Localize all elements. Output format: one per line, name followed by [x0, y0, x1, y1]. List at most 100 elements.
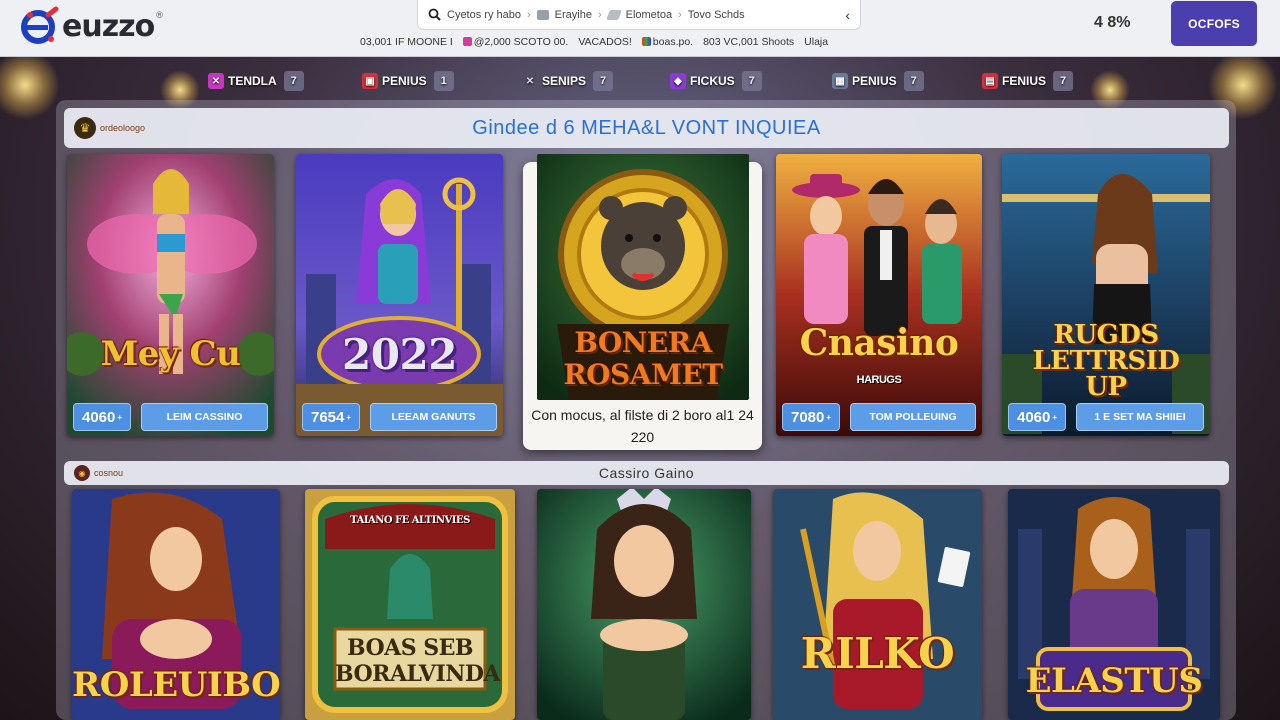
- featured-game-title-line1: BONERA: [574, 326, 712, 359]
- section-badge: ♛ ordeoloogo: [74, 117, 145, 139]
- nav-count: 7: [1053, 71, 1074, 91]
- search-bar[interactable]: Cyetos ry habo › Erayihe › Elometoa › To…: [417, 0, 861, 30]
- play-button[interactable]: TOM POLLEUING: [850, 403, 976, 431]
- nav-item-penius[interactable]: ▣ PENIUS 1: [362, 68, 454, 94]
- ticker-bar: 03,001 IF MOONE I @2,000 SCOTO 00. VACAD…: [360, 34, 920, 50]
- card-icon: ▤: [982, 73, 998, 89]
- rainbow-icon: [641, 37, 651, 46]
- game-card[interactable]: Mey Cu 4060 + LEIM CASSINO: [67, 154, 274, 436]
- offers-button[interactable]: OCFOFS: [1171, 1, 1257, 46]
- play-button[interactable]: LEIM CASSINO: [141, 403, 268, 431]
- game-thumbnail: [296, 154, 503, 436]
- game-card[interactable]: ROLEUIBO: [72, 489, 280, 720]
- card-footer: 4060 + LEIM CASSINO: [67, 398, 274, 436]
- nav-count: 7: [283, 71, 304, 91]
- nav-item-tendla[interactable]: ✕ TENDLA 7: [208, 68, 304, 94]
- game-card[interactable]: ELASTUS: [1008, 489, 1220, 720]
- featured-game-card[interactable]: BONERA ROSAMET Con mocus, al filste di 2…: [523, 154, 762, 450]
- game-card[interactable]: Cnasino HARUGS 7080 + TOM POLLEUING: [776, 154, 982, 436]
- game-thumbnail: [776, 154, 982, 436]
- game-card[interactable]: RUGDS LETTRSID UP 4060 + 1 E SET MA SHIIE…: [1002, 154, 1210, 436]
- pencil-icon: [605, 9, 622, 20]
- breadcrumb-item[interactable]: Erayihe: [555, 9, 592, 21]
- game-title: 2022: [342, 330, 457, 379]
- ticker-item[interactable]: boas.po.: [641, 36, 693, 48]
- section-badge: ◉ cosnou: [74, 465, 123, 481]
- top-bar: euzzo ® Cyetos ry habo › Erayihe › Elome…: [0, 0, 1280, 57]
- nav-label: FICKUS: [690, 74, 735, 88]
- ticker-item[interactable]: VACADOS!: [578, 36, 631, 48]
- ticker-item[interactable]: @2,000 SCOTO 00.: [462, 36, 568, 48]
- jackpot-value: 4060 +: [73, 403, 132, 431]
- brand-logo[interactable]: euzzo ®: [18, 4, 163, 48]
- game-banner: TAIANO FE ALTINVIES: [350, 515, 470, 526]
- nav-item-fenius[interactable]: ▤ FENIUS 7: [982, 68, 1074, 94]
- ticker-item[interactable]: Ulaja: [804, 36, 828, 48]
- game-card[interactable]: TAIANO FE ALTINVIES BOAS SEB BORALVINDA: [305, 489, 515, 720]
- jackpot-value: 7654 +: [302, 403, 361, 431]
- badge-icon: ◉: [74, 465, 90, 481]
- gift-icon: [462, 37, 472, 46]
- nav-item-penius-2[interactable]: ▦ PENIUS 7: [832, 68, 924, 94]
- nav-label: TENDLA: [228, 74, 277, 88]
- featured-game-thumbnail: BONERA ROSAMET: [537, 154, 749, 400]
- cross-swords-icon: ✕: [525, 75, 535, 87]
- table-icon: ▦: [832, 73, 848, 89]
- nav-label: PENIUS: [382, 74, 427, 88]
- nav-label: SENIPS: [542, 74, 587, 88]
- chevron-left-icon[interactable]: ‹: [845, 7, 850, 23]
- ticker-item[interactable]: 803 VC,001 Shoots: [703, 36, 794, 48]
- nav-count: 7: [741, 71, 762, 91]
- nav-count: 7: [903, 71, 924, 91]
- section-header-casino: ◉ cosnou Cassiro Gaino: [64, 461, 1229, 485]
- game-title: BOAS SEB BORALVINDA: [335, 635, 501, 687]
- category-nav: ✕ TENDLA 7 ▣ PENIUS 1 ✕ SENIPS 7 ◆ FICKU…: [0, 64, 1280, 100]
- nav-label: PENIUS: [852, 74, 897, 88]
- game-thumbnail: [67, 154, 274, 436]
- game-title: Mey Cu: [100, 334, 241, 374]
- play-button[interactable]: LEEAM GANUTS: [370, 403, 497, 431]
- nav-count: 1: [433, 71, 454, 91]
- logo-mark-icon: [18, 5, 60, 47]
- card-footer: 7080 + TOM POLLEUING: [776, 398, 982, 436]
- game-title: RUGDS LETTRSID UP: [1032, 320, 1180, 402]
- featured-game-title-line2: ROSAMET: [563, 358, 723, 391]
- game-card[interactable]: 2022 7654 + LEEAM GANUTS: [296, 154, 503, 436]
- game-title: ELASTUS: [1025, 661, 1203, 701]
- brand-name: euzzo: [62, 8, 155, 44]
- nav-item-fickus[interactable]: ◆ FICKUS 7: [670, 68, 762, 94]
- play-button[interactable]: 1 E SET MA SHIIEI: [1076, 403, 1204, 431]
- card-footer: 7654 + LEEAM GANUTS: [296, 398, 503, 436]
- registered-mark: ®: [156, 10, 163, 20]
- crown-icon: ♛: [74, 117, 96, 139]
- game-card[interactable]: RILKO: [773, 489, 982, 720]
- breadcrumb-item[interactable]: Elometoa: [626, 9, 672, 21]
- game-card[interactable]: [537, 489, 751, 720]
- tag-icon: ◆: [670, 73, 686, 89]
- slots-icon: ✕: [208, 73, 224, 89]
- breadcrumb-item[interactable]: Tovo Schds: [688, 9, 745, 21]
- game-title: RILKO: [800, 629, 955, 678]
- percent-indicator: 4 8%: [1094, 14, 1131, 31]
- live-icon: ▣: [362, 73, 378, 89]
- section-title: Gindee d 6 MEHA&L VONT INQUIEA: [472, 116, 821, 139]
- nav-count: 7: [593, 71, 614, 91]
- image-icon: [536, 9, 549, 20]
- game-subtitle: HARUGS: [856, 374, 902, 386]
- game-thumbnail: [773, 489, 982, 720]
- section-title: Cassiro Gaino: [598, 465, 695, 481]
- nav-label: FENIUS: [1002, 74, 1047, 88]
- breadcrumb-item[interactable]: Cyetos ry habo: [447, 9, 521, 21]
- featured-game-caption: Con mocus, al filste di 2 boro al1 24 22…: [531, 407, 754, 445]
- chevron-right-icon: ›: [597, 8, 602, 21]
- jackpot-value: 7080 +: [782, 403, 841, 431]
- game-title: ROLEUIBO: [72, 665, 280, 705]
- game-thumbnail: [537, 489, 751, 720]
- nav-item-senips[interactable]: ✕ SENIPS 7: [522, 68, 614, 94]
- game-title: Cnasino: [799, 322, 959, 364]
- ticker-item[interactable]: 03,001 IF MOONE I: [360, 36, 453, 48]
- section-header-featured: ♛ ordeoloogo Gindee d 6 MEHA&L VONT INQU…: [64, 108, 1229, 148]
- jackpot-value: 4060 +: [1008, 403, 1067, 431]
- search-icon: [428, 8, 441, 21]
- chevron-right-icon: ›: [526, 8, 531, 21]
